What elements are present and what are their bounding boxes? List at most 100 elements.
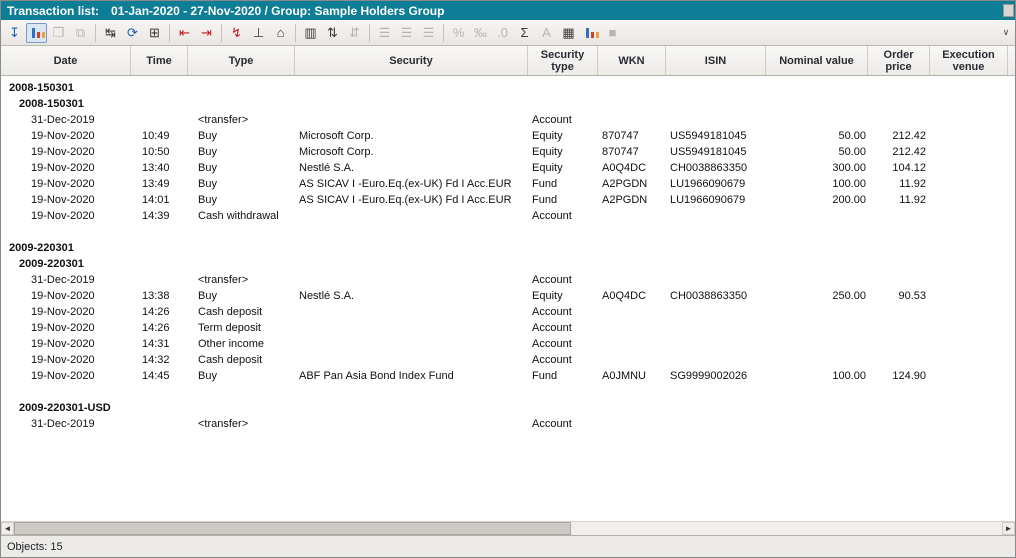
column-header-isin[interactable]: ISIN — [666, 46, 766, 75]
export-icon[interactable]: ↧ — [4, 23, 25, 43]
cell-sectype: Equity — [528, 288, 598, 304]
table-row[interactable]: 31-Dec-2019<transfer>Account — [1, 416, 1015, 432]
cell-date: 2008-150301 — [1, 80, 131, 96]
column-header-sectype[interactable]: Security type — [528, 46, 598, 75]
scroll-right-button[interactable]: ► — [1002, 522, 1015, 535]
cell-wkn — [598, 96, 666, 112]
table-row[interactable]: 19-Nov-202013:40BuyNestlé S.A.EquityA0Q4… — [1, 160, 1015, 176]
table-row[interactable]: 31-Dec-2019<transfer>Account — [1, 272, 1015, 288]
column-header-type[interactable]: Type — [188, 46, 295, 75]
column-header-price[interactable]: Order price — [868, 46, 930, 75]
per-mille-icon: ‰ — [470, 23, 491, 43]
cell-time: 10:49 — [131, 128, 188, 144]
goto-first-icon[interactable]: ⇤ — [174, 23, 195, 43]
cell-venue — [930, 400, 1008, 416]
cell-wkn — [598, 240, 666, 256]
cell-type: Cash withdrawal — [188, 208, 295, 224]
cell-venue — [930, 192, 1008, 208]
table-header: DateTimeTypeSecuritySecurity typeWKNISIN… — [1, 46, 1015, 76]
cell-price: 11.92 — [868, 176, 930, 192]
group-row[interactable]: 2008-150301 — [1, 80, 1015, 96]
table-row[interactable]: 19-Nov-202014:45BuyABF Pan Asia Bond Ind… — [1, 368, 1015, 384]
cell-time: 14:45 — [131, 368, 188, 384]
column-header-wkn[interactable]: WKN — [598, 46, 666, 75]
cell-sectype — [528, 256, 598, 272]
table-row[interactable]: 19-Nov-202010:49BuyMicrosoft Corp.Equity… — [1, 128, 1015, 144]
cell-venue — [930, 416, 1008, 432]
table-row[interactable]: 19-Nov-202014:32Cash depositAccount — [1, 352, 1015, 368]
sum-icon[interactable]: Σ — [514, 23, 535, 43]
new-window-icon: ⧉ — [70, 23, 91, 43]
cell-isin — [666, 80, 766, 96]
filter-icon[interactable]: ⊞ — [144, 23, 165, 43]
cell-type: Buy — [188, 368, 295, 384]
cell-isin — [666, 208, 766, 224]
cell-time — [131, 80, 188, 96]
group-row[interactable]: 2009-220301 — [1, 240, 1015, 256]
table-row[interactable]: 19-Nov-202013:49BuyAS SICAV I -Euro.Eq.(… — [1, 176, 1015, 192]
table-row[interactable]: 19-Nov-202014:01BuyAS SICAV I -Euro.Eq.(… — [1, 192, 1015, 208]
cell-sectype: Account — [528, 208, 598, 224]
table-row[interactable]: 31-Dec-2019<transfer>Account — [1, 112, 1015, 128]
table-row[interactable]: 19-Nov-202013:38BuyNestlé S.A.EquityA0Q4… — [1, 288, 1015, 304]
bank-icon[interactable]: ⌂ — [270, 23, 291, 43]
subgroup-row[interactable]: 2009-220301 — [1, 256, 1015, 272]
cell-nominal: 300.00 — [766, 160, 868, 176]
grid-icon[interactable]: ▦ — [558, 23, 579, 43]
cell-security — [295, 320, 528, 336]
toolbar-separator — [369, 24, 370, 42]
cell-time — [131, 96, 188, 112]
table-row[interactable]: 19-Nov-202014:39Cash withdrawalAccount — [1, 208, 1015, 224]
cell-type: <transfer> — [188, 272, 295, 288]
subgroup-row[interactable]: 2009-220301-USD — [1, 400, 1015, 416]
column-header-date[interactable]: Date — [1, 46, 131, 75]
cell-type: Term deposit — [188, 320, 295, 336]
scroll-left-button[interactable]: ◄ — [1, 522, 14, 535]
table-row[interactable]: 19-Nov-202014:26Cash depositAccount — [1, 304, 1015, 320]
toolbar-separator — [443, 24, 444, 42]
cell-type: Buy — [188, 176, 295, 192]
cell-isin: CH0038863350 — [666, 288, 766, 304]
refresh-icon[interactable]: ⟳ — [122, 23, 143, 43]
scrollbar-thumb[interactable] — [14, 522, 571, 535]
cell-security — [295, 400, 528, 416]
columns-icon[interactable]: ▥ — [300, 23, 321, 43]
cell-nominal — [766, 400, 868, 416]
cell-security: Microsoft Corp. — [295, 144, 528, 160]
sort-asc-icon[interactable]: ⇅ — [322, 23, 343, 43]
cell-nominal — [766, 96, 868, 112]
drilldown-icon[interactable]: ↯ — [226, 23, 247, 43]
horizontal-scrollbar[interactable]: ◄ ► — [1, 521, 1015, 535]
period-icon[interactable]: ↹ — [100, 23, 121, 43]
toolbar: ↧❐⧉↹⟳⊞⇤⇥↯⊥⌂▥⇅⇵☰☰☰%‰.0ΣA▦■∨ — [1, 20, 1015, 46]
cell-wkn — [598, 80, 666, 96]
column-header-time[interactable]: Time — [131, 46, 188, 75]
column-header-nominal[interactable]: Nominal value — [766, 46, 868, 75]
chart-panel-icon[interactable] — [26, 23, 47, 43]
baseline-icon[interactable]: ⊥ — [248, 23, 269, 43]
goto-last-icon[interactable]: ⇥ — [196, 23, 217, 43]
cell-date: 19-Nov-2020 — [1, 304, 131, 320]
cell-date: 19-Nov-2020 — [1, 144, 131, 160]
cell-date: 31-Dec-2019 — [1, 272, 131, 288]
cell-time — [131, 416, 188, 432]
percent-icon: % — [448, 23, 469, 43]
column-header-venue[interactable]: Execution venue — [930, 46, 1008, 75]
cell-time: 14:31 — [131, 336, 188, 352]
cell-sectype — [528, 96, 598, 112]
cell-sectype: Account — [528, 416, 598, 432]
column-header-security[interactable]: Security — [295, 46, 528, 75]
cell-date: 2008-150301 — [1, 96, 131, 112]
table-row[interactable]: 19-Nov-202014:26Term depositAccount — [1, 320, 1015, 336]
table-row[interactable]: 19-Nov-202010:50BuyMicrosoft Corp.Equity… — [1, 144, 1015, 160]
cell-venue — [930, 128, 1008, 144]
cell-price — [868, 304, 930, 320]
cell-venue — [930, 144, 1008, 160]
toolbar-overflow-icon[interactable]: ∨ — [1000, 24, 1012, 42]
chart-bars-icon[interactable] — [580, 23, 601, 43]
table-row[interactable]: 19-Nov-202014:31Other incomeAccount — [1, 336, 1015, 352]
cell-isin — [666, 352, 766, 368]
cell-nominal — [766, 352, 868, 368]
title-bar: Transaction list: 01-Jan-2020 - 27-Nov-2… — [1, 1, 1015, 20]
subgroup-row[interactable]: 2008-150301 — [1, 96, 1015, 112]
